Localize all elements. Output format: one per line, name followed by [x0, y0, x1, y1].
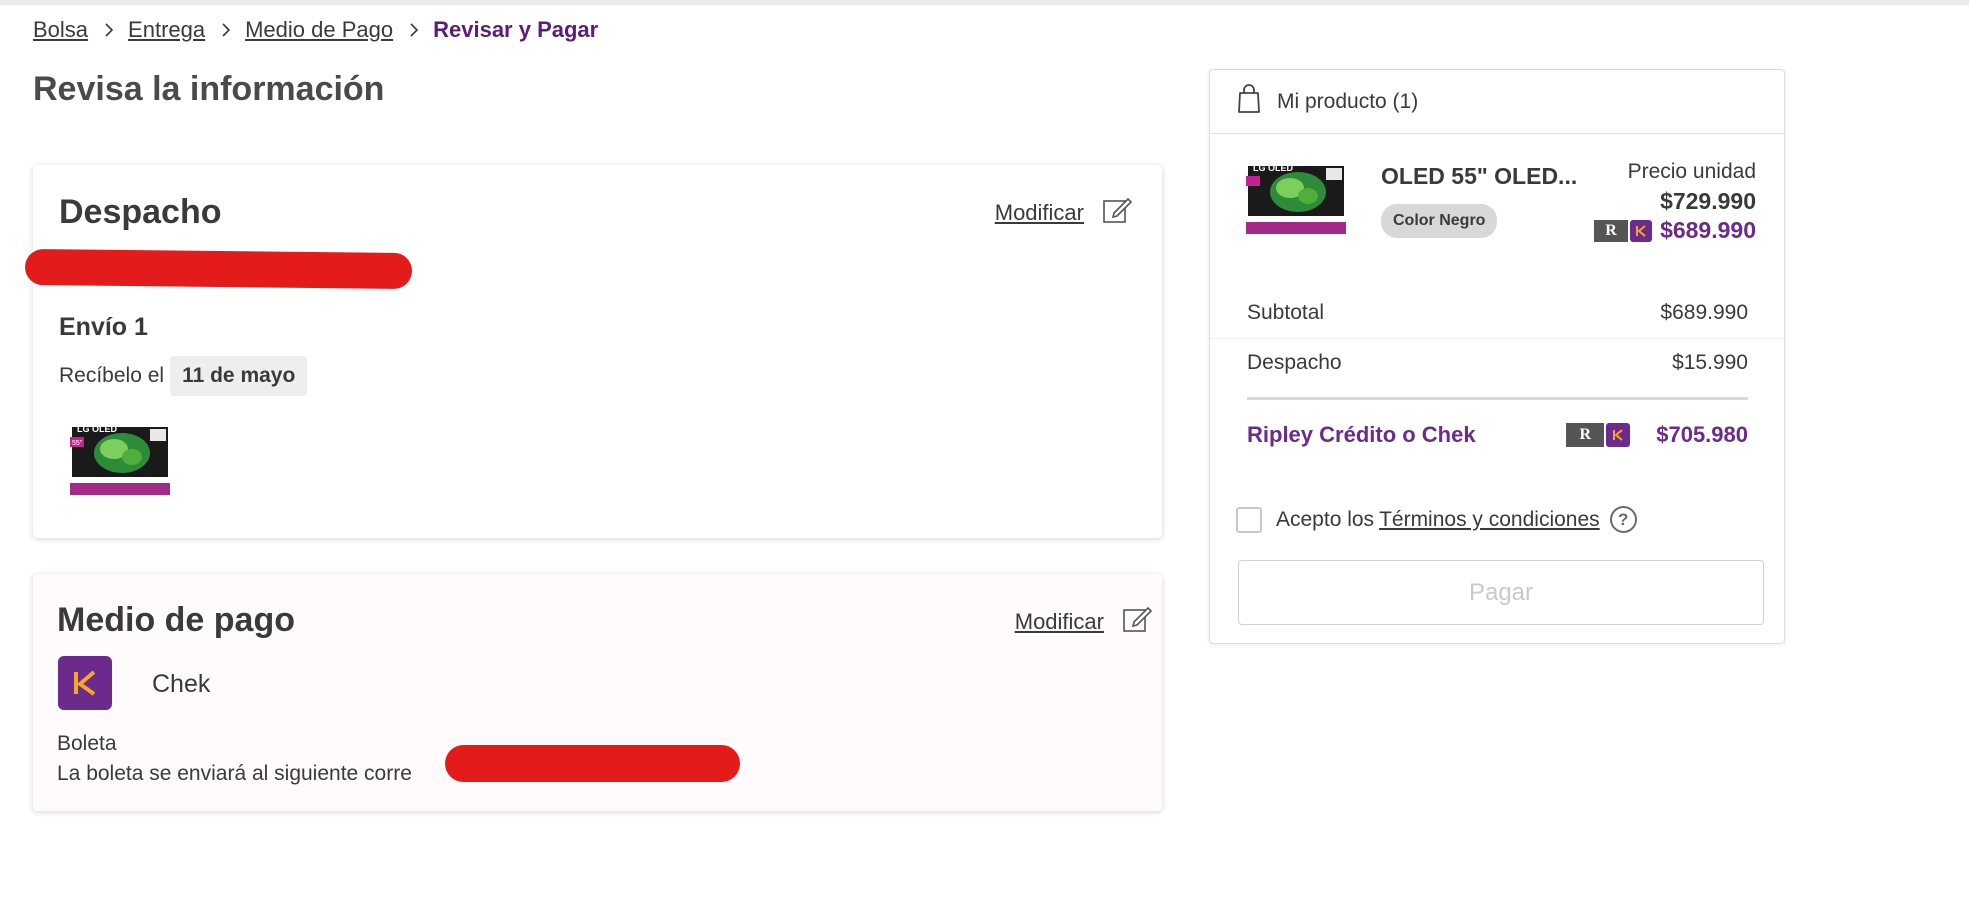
product-thumbnail: LG OLED 55" [70, 424, 170, 502]
breadcrumb: Bolsa Entrega Medio de Pago Revisar y Pa… [33, 17, 598, 43]
breadcrumb-medio-de-pago[interactable]: Medio de Pago [245, 17, 393, 43]
ripley-price: $689.990 [1660, 217, 1756, 243]
top-border [0, 0, 1969, 5]
breadcrumb-current: Revisar y Pagar [433, 17, 599, 42]
chek-logo-icon [58, 656, 112, 710]
thumb-size: 55" [72, 440, 83, 447]
recibelo-label: Recíbelo el [59, 364, 165, 387]
despacho-modify-link[interactable]: Modificar [995, 200, 1084, 226]
order-summary: Mi producto (1) LG OLED OLED 55" OLED...… [1209, 69, 1785, 644]
pay-button[interactable]: Pagar [1238, 560, 1764, 625]
ripley-price-row: R $689.990 [1594, 217, 1756, 244]
ripley-card-icon: R [1566, 423, 1605, 447]
terms-link[interactable]: Términos y condiciones [1379, 508, 1600, 532]
help-icon[interactable]: ? [1609, 506, 1637, 533]
product-color-badge: Color Negro [1381, 204, 1498, 238]
thumb-brand: LG OLED [77, 425, 117, 434]
delivery-date: 11 de mayo [170, 356, 308, 396]
payment-badges: R [1566, 423, 1638, 447]
summary-thumb-brand: LG OLED [1253, 164, 1293, 173]
redacted-address [24, 248, 413, 290]
total-value: $705.980 [1656, 422, 1748, 447]
breadcrumb-entrega[interactable]: Entrega [128, 17, 205, 43]
shipping-value: $15.990 [1672, 351, 1748, 374]
subtotal-row: Subtotal $689.990 [1247, 301, 1748, 325]
ripley-card-icon: R [1594, 219, 1629, 242]
total-label: Ripley Crédito o Chek [1247, 422, 1476, 447]
shipping-row: Despacho $15.990 [1247, 351, 1748, 375]
chevron-right-icon [221, 22, 231, 38]
delivery-date-row: Recíbelo el 11 de mayo [59, 356, 308, 396]
breadcrumb-bolsa[interactable]: Bolsa [33, 17, 88, 43]
terms-checkbox[interactable] [1236, 506, 1262, 533]
subtotal-value: $689.990 [1660, 301, 1748, 324]
summary-divider [1247, 397, 1748, 400]
payment-modify-link[interactable]: Modificar [1015, 609, 1104, 635]
unit-price-label: Precio unidad [1627, 160, 1756, 183]
summary-header: Mi producto (1) [1210, 70, 1784, 134]
terms-prefix: Acepto los [1276, 507, 1375, 531]
page-title: Revisa la información [33, 70, 385, 108]
summary-header-label: Mi producto (1) [1277, 89, 1419, 113]
payment-card: Medio de pago Modificar Chek Boleta La b… [33, 574, 1162, 811]
shopping-bag-icon [1237, 83, 1261, 120]
chevron-right-icon [409, 22, 419, 38]
edit-icon[interactable] [1122, 604, 1153, 640]
despacho-card: Despacho Modificar Envío 1 Recíbelo el 1… [24, 165, 1162, 538]
subtotal-label: Subtotal [1247, 301, 1325, 324]
payment-method-name: Chek [152, 670, 211, 698]
despacho-title: Despacho [59, 193, 222, 231]
terms-row: Acepto los Términos y condiciones ? [1236, 506, 1637, 533]
chek-icon [1606, 423, 1631, 447]
product-name[interactable]: OLED 55" OLED... [1381, 163, 1577, 190]
boleta-info: Boleta La boleta se enviará al siguiente… [57, 729, 412, 789]
total-row: Ripley Crédito o Chek R $705.980 [1247, 422, 1748, 448]
edit-icon[interactable] [1102, 195, 1133, 231]
normal-price: $729.990 [1660, 188, 1756, 214]
summary-product-thumbnail: LG OLED [1246, 163, 1346, 241]
boleta-text: La boleta se enviará al siguiente corre [57, 762, 412, 785]
payment-title: Medio de pago [57, 601, 295, 639]
redacted-email [445, 745, 740, 782]
shipping-label: Despacho [1247, 351, 1342, 374]
payment-modify: Modificar [1015, 604, 1153, 640]
chevron-right-icon [104, 22, 114, 38]
chek-icon [1630, 219, 1653, 242]
envio-title: Envío 1 [59, 313, 148, 341]
despacho-modify: Modificar [995, 195, 1133, 231]
boleta-title: Boleta [57, 732, 117, 755]
